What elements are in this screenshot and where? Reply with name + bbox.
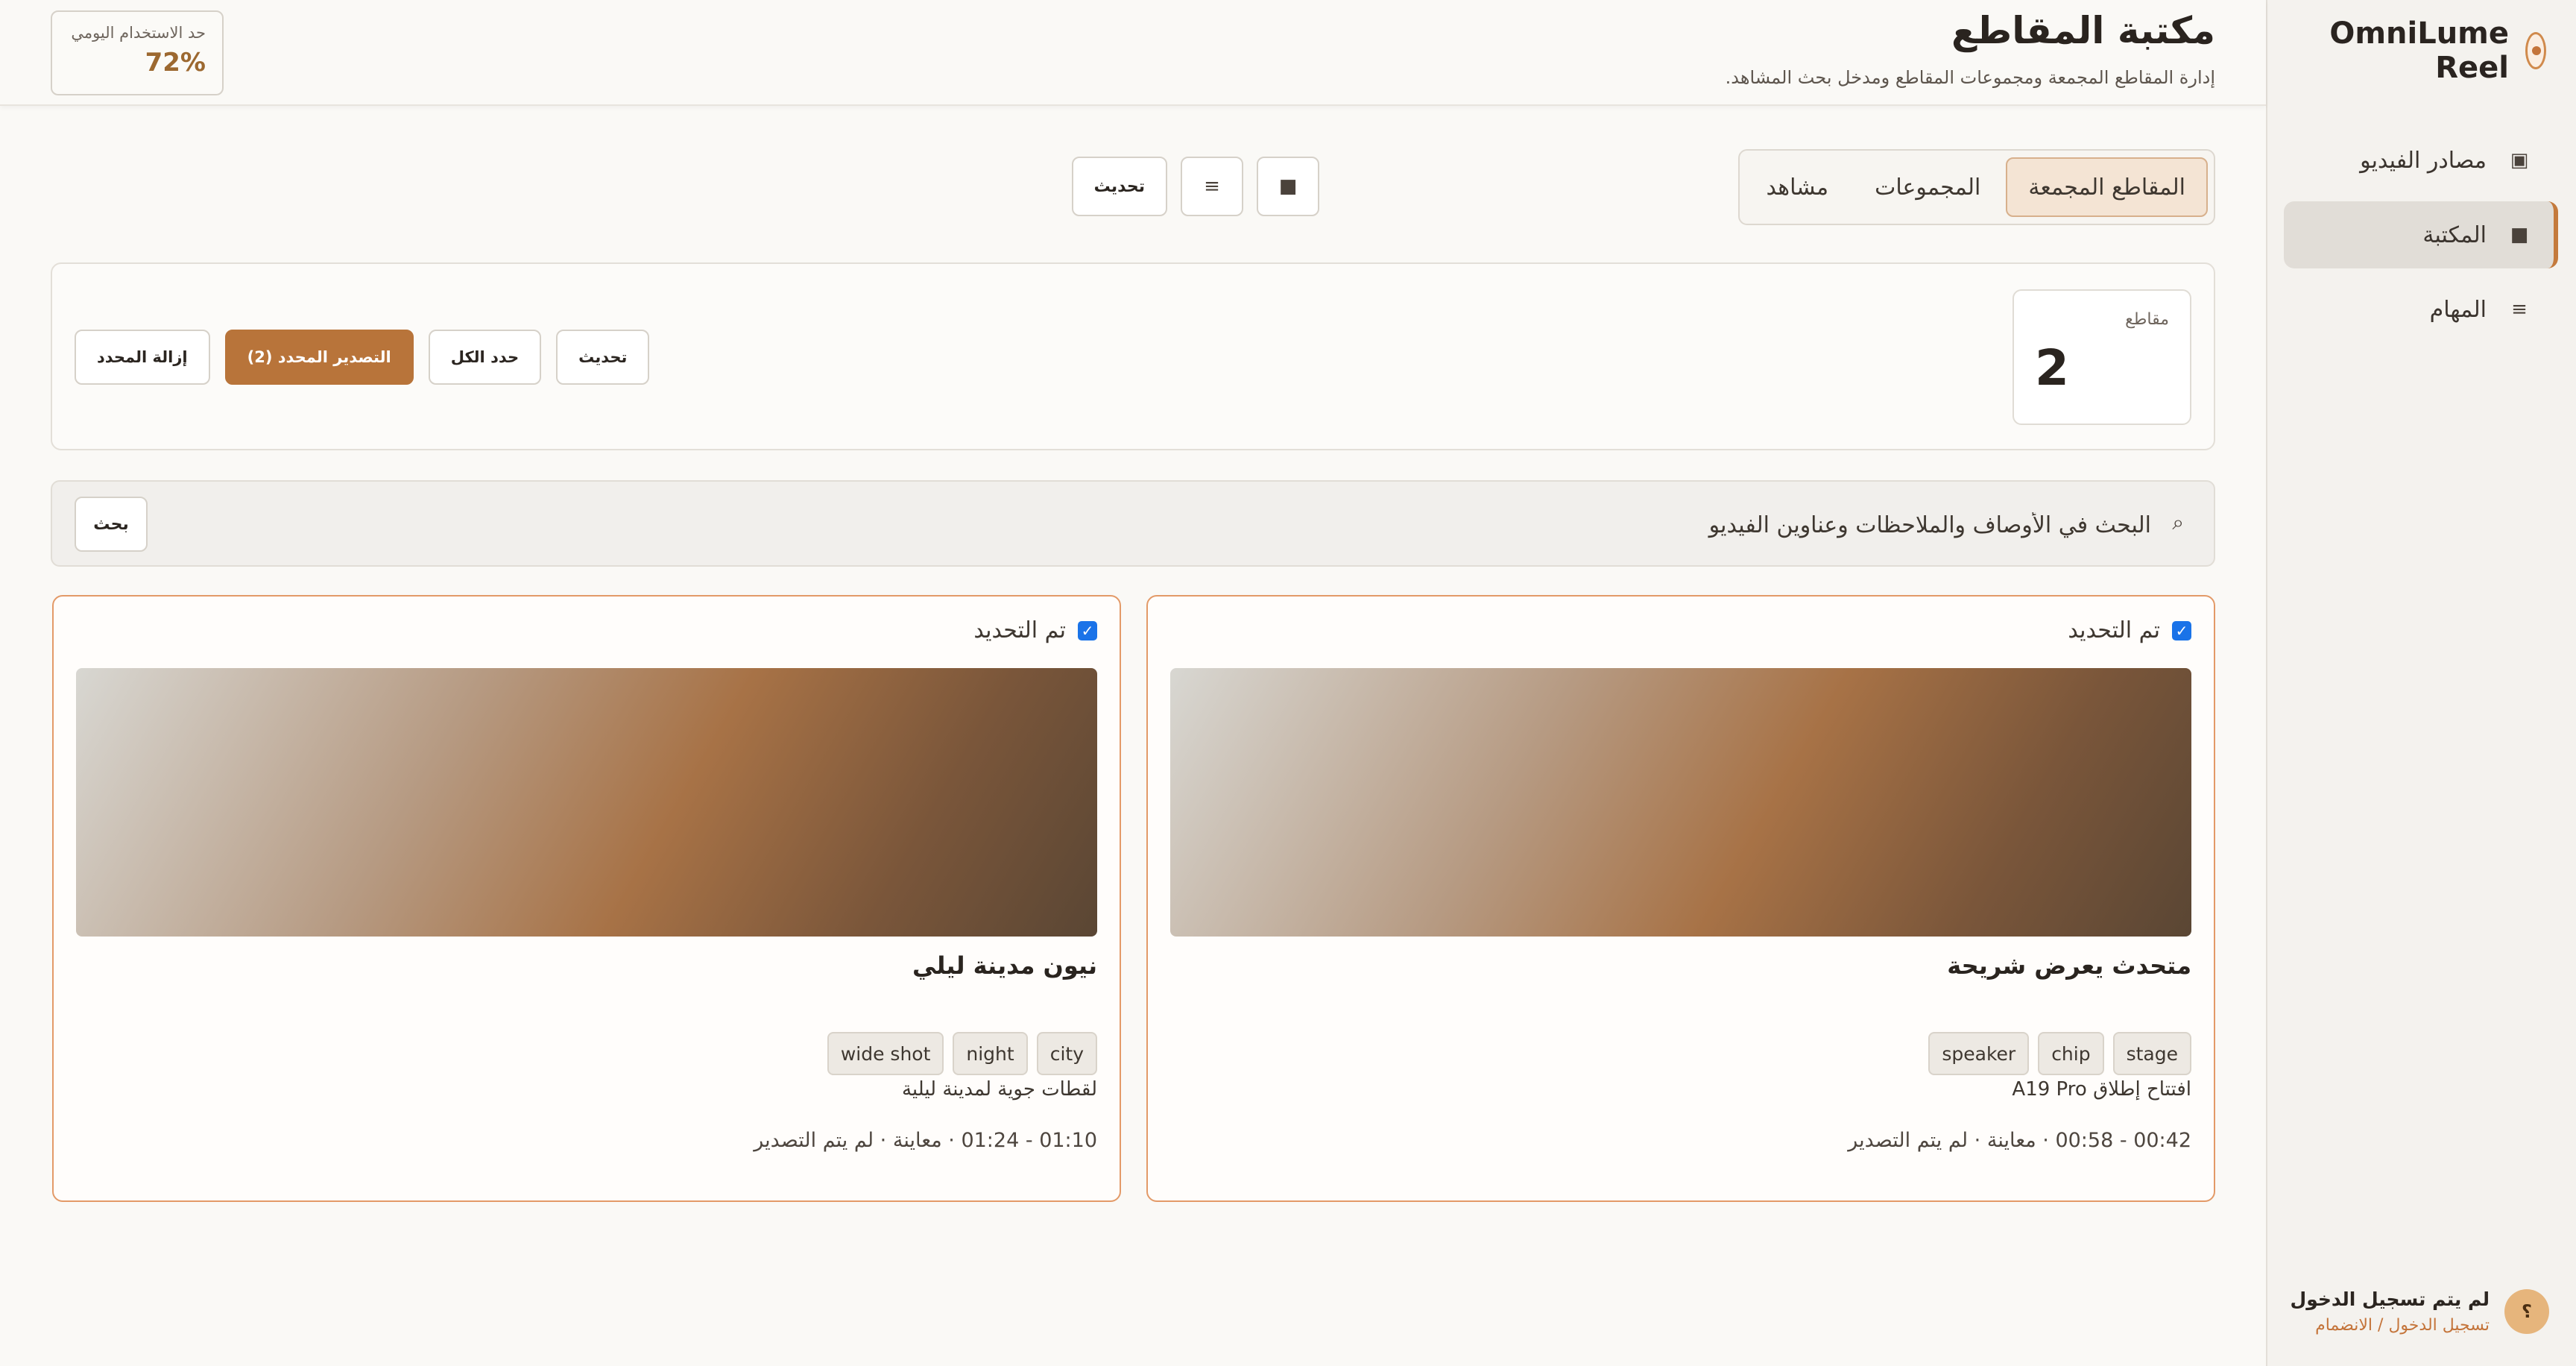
tasks-icon: ≡ xyxy=(2511,298,2528,321)
bulk-actions: إزالة المحدد التصدير المحدد (2) حدد الكل… xyxy=(75,330,650,385)
search-input[interactable] xyxy=(1108,497,2151,553)
page-title: مكتبة المقاطع xyxy=(1951,9,2215,52)
clip-description: افتتاح إطلاق A19 Pro xyxy=(2012,1078,2191,1101)
sidebar: OmniLume Reel ▣ مصادر الفيديو ■ المكتبة … xyxy=(2266,0,2576,1366)
clip-description: لقطات جوية لمدينة ليلية xyxy=(901,1078,1097,1101)
sidebar-item-label: المكتبة xyxy=(2422,221,2487,248)
remove-selected-button[interactable]: إزالة المحدد xyxy=(75,330,210,385)
view-toolbar: ■ ≡ تحديث xyxy=(1071,157,1319,216)
brand[interactable]: OmniLume Reel xyxy=(2267,16,2546,85)
library-icon: ■ xyxy=(2510,224,2529,246)
toolbar-refresh-button[interactable]: تحديث xyxy=(1071,157,1167,216)
clip-select-checkbox[interactable]: ✓ تم التحديد xyxy=(973,617,1097,643)
grid-icon: ■ xyxy=(1278,175,1298,198)
select-all-button[interactable]: حدد الكل xyxy=(428,330,542,385)
clip-tag: chip xyxy=(2038,1032,2104,1075)
quota-value: 72% xyxy=(145,48,206,78)
clip-count-card: مقاطع 2 xyxy=(2012,289,2191,425)
sidebar-item-library[interactable]: ■ المكتبة xyxy=(2284,201,2558,268)
clip-meta: 00:42 - 00:58 · معاينة · لم يتم التصدير xyxy=(1848,1129,2191,1152)
clip-select-checkbox[interactable]: ✓ تم التحديد xyxy=(2068,617,2191,643)
daily-quota-card: حد الاستخدام اليومي 72% xyxy=(51,10,224,95)
stats-panel: مقاطع 2 إزالة المحدد التصدير المحدد (2) … xyxy=(51,262,2215,450)
clip-tag: wide shot xyxy=(827,1032,944,1075)
list-icon: ≡ xyxy=(1204,175,1220,198)
clip-tag: night xyxy=(953,1032,1028,1075)
clip-count-value: 2 xyxy=(2035,339,2069,397)
search-bar: ⌕ بحث xyxy=(51,480,2215,567)
checkbox-checked-icon[interactable]: ✓ xyxy=(2172,620,2191,640)
checkbox-checked-icon[interactable]: ✓ xyxy=(1078,620,1097,640)
clip-title: متحدث يعرض شريحة xyxy=(1947,951,2191,980)
clip-select-label: تم التحديد xyxy=(2068,617,2160,643)
clip-tag: speaker xyxy=(1928,1032,2030,1075)
sidebar-nav: ▣ مصادر الفيديو ■ المكتبة ≡ المهام xyxy=(2284,127,2558,350)
clip-tag: stage xyxy=(2112,1032,2191,1075)
clip-thumbnail[interactable] xyxy=(76,668,1097,937)
login-link[interactable]: تسجيل الدخول / الانضمام xyxy=(2291,1316,2490,1335)
refresh-button[interactable]: تحديث xyxy=(556,330,650,385)
clip-meta: 01:10 - 01:24 · معاينة · لم يتم التصدير xyxy=(754,1129,1097,1152)
search-button[interactable]: بحث xyxy=(75,497,148,552)
avatar[interactable]: ؟ xyxy=(2504,1289,2549,1334)
clip-tag: city xyxy=(1036,1032,1097,1075)
clip-tags: stage chip speaker xyxy=(1928,1032,2191,1075)
view-tabs: المقاطع المجمعة المجموعات مشاهد xyxy=(1737,149,2215,225)
main-content: المقاطع المجمعة المجموعات مشاهد ■ ≡ تحدي… xyxy=(0,106,2266,1366)
login-status: لم يتم تسجيل الدخول xyxy=(2290,1288,2490,1310)
tab-merged-clips[interactable]: المقاطع المجمعة xyxy=(2006,157,2208,217)
tab-scenes[interactable]: مشاهد xyxy=(1746,157,1850,217)
sidebar-item-video-sources[interactable]: ▣ مصادر الفيديو xyxy=(2284,127,2558,194)
sidebar-item-label: مصادر الفيديو xyxy=(2360,147,2487,174)
search-icon: ⌕ xyxy=(2172,510,2184,535)
clip-thumbnail[interactable] xyxy=(1170,668,2191,937)
clip-title: نيون مدينة ليلي xyxy=(912,951,1097,980)
video-sources-icon: ▣ xyxy=(2510,149,2529,171)
page-subtitle: إدارة المقاطع المجمعة ومجموعات المقاطع و… xyxy=(1725,67,2215,88)
quota-label: حد الاستخدام اليومي xyxy=(71,24,206,42)
clip-select-label: تم التحديد xyxy=(973,617,1066,643)
user-panel: ؟ لم يتم تسجيل الدخول تسجيل الدخول / الا… xyxy=(2291,1288,2549,1335)
list-view-button[interactable]: ≡ xyxy=(1181,157,1243,216)
grid-view-button[interactable]: ■ xyxy=(1257,157,1319,216)
clip-card[interactable]: ✓ تم التحديد متحدث يعرض شريحة stage chip… xyxy=(1146,595,2215,1202)
sidebar-item-label: المهام xyxy=(2429,296,2487,323)
clip-card[interactable]: ✓ تم التحديد نيون مدينة ليلي city night … xyxy=(52,595,1121,1202)
tab-collections[interactable]: المجموعات xyxy=(1854,157,2001,217)
brand-logo-icon xyxy=(2525,32,2546,69)
clip-tags: city night wide shot xyxy=(827,1032,1097,1075)
sidebar-item-tasks[interactable]: ≡ المهام xyxy=(2284,276,2558,343)
clip-count-label: مقاطع xyxy=(2125,310,2169,329)
export-selected-button[interactable]: التصدير المحدد (2) xyxy=(224,330,414,385)
brand-name: OmniLume Reel xyxy=(2329,16,2509,85)
page-header: مكتبة المقاطع إدارة المقاطع المجمعة ومجم… xyxy=(0,0,2266,106)
